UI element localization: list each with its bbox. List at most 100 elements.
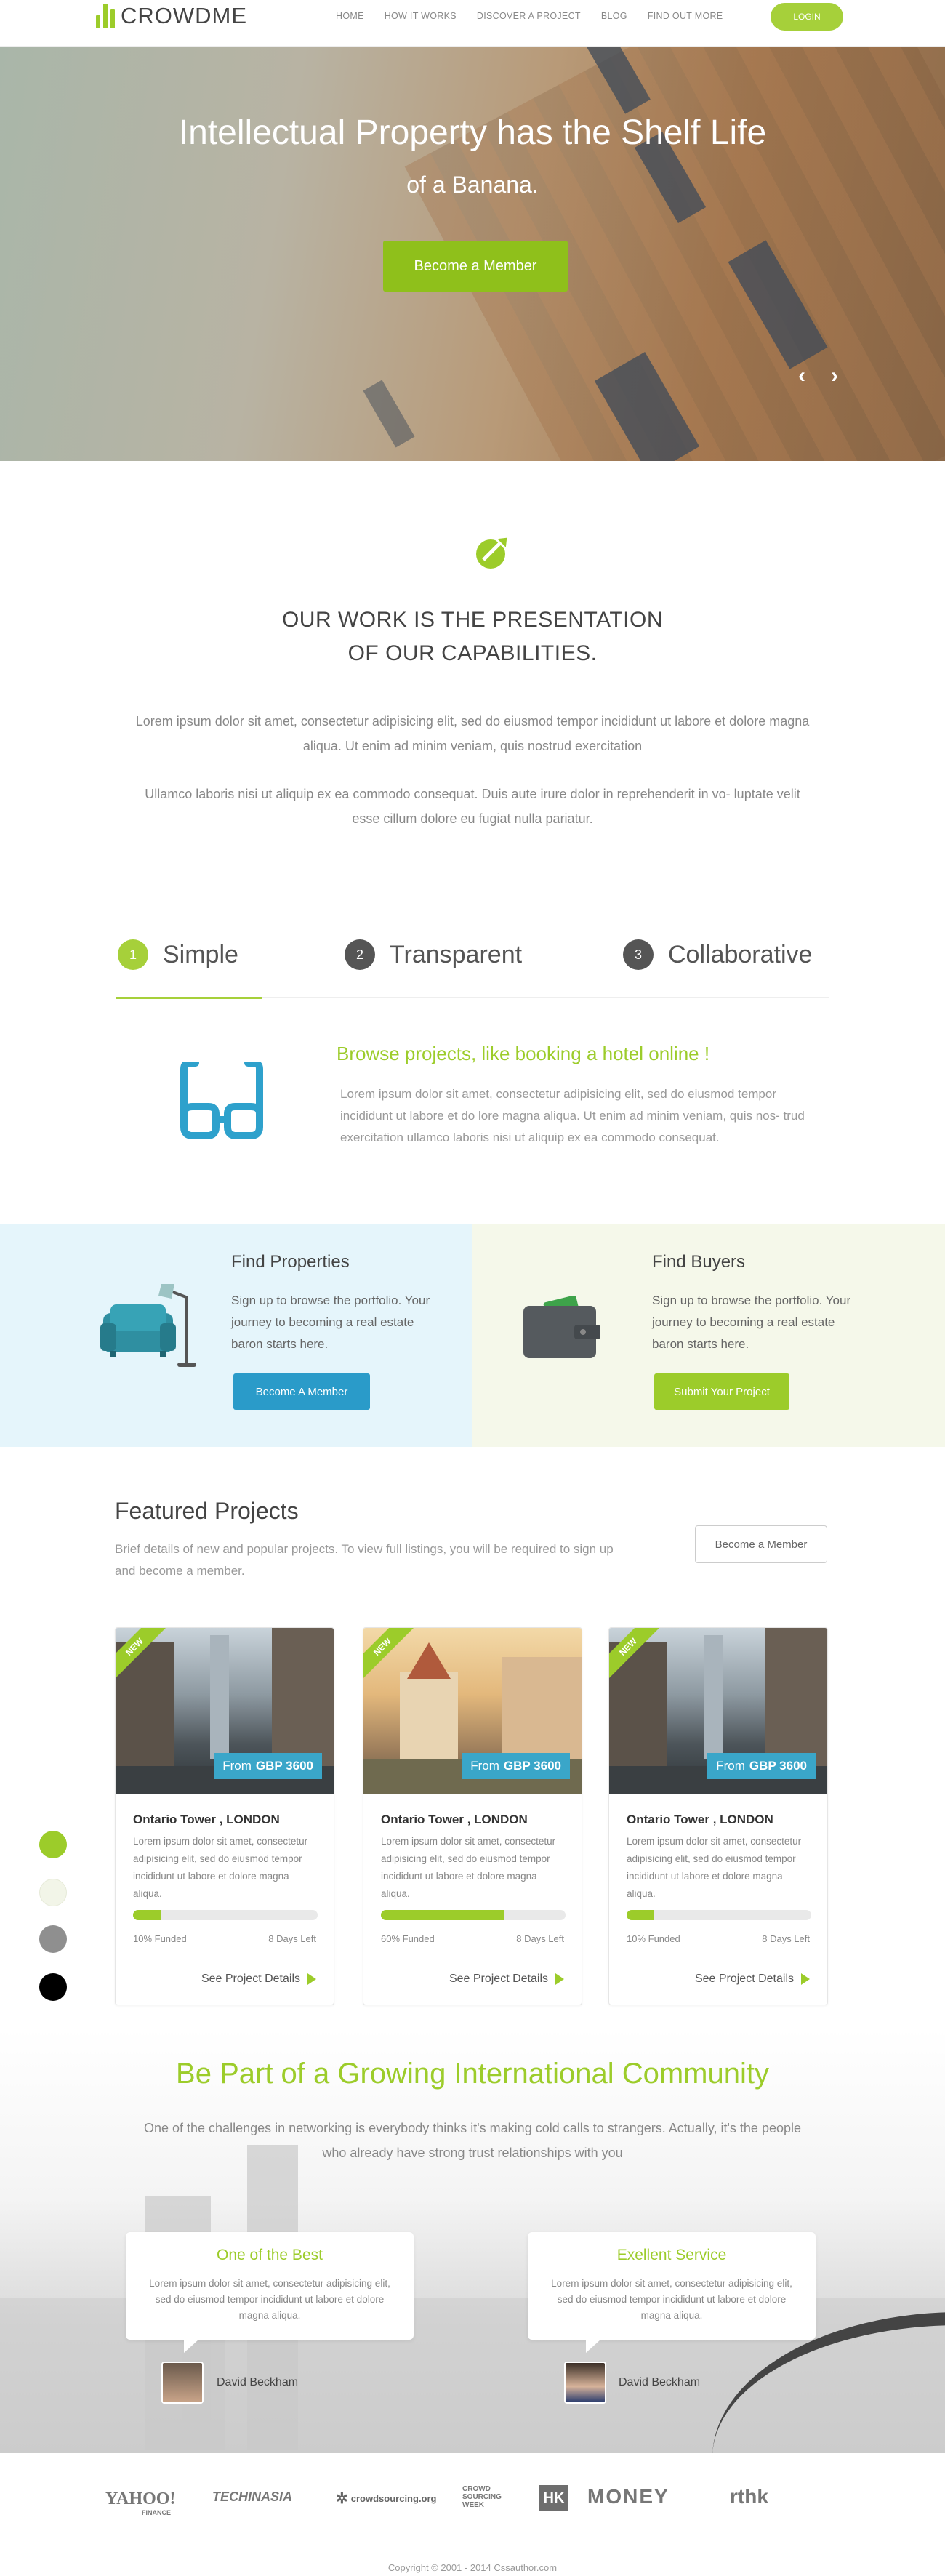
price-prefix: From [716,1759,745,1773]
testimonial-text: Lorem ipsum dolor sit amet, consectetur … [149,2278,390,2321]
capabilities-title: OUR WORK IS THE PRESENTATION OF OUR CAPA… [0,603,945,670]
color-swatch-green[interactable] [39,1831,67,1858]
testimonial-title: Exellent Service [616,2247,727,2263]
project-title: Ontario Tower , LONDON [133,1813,280,1826]
tab-transparent[interactable]: 2 Transparent [345,939,522,970]
yahoo-finance-label: FINANCE [142,2509,171,2516]
main-nav: HOME HOW IT WORKS DISCOVER A PROJECT BLO… [336,11,723,21]
star-icon: ✲ [336,2491,348,2507]
find-properties-title: Find Properties [231,1252,350,1272]
capabilities-title-line1: OUR WORK IS THE PRESENTATION [281,608,664,632]
login-button[interactable]: LOGIN [771,3,843,31]
project-description: Lorem ipsum dolor sit amet, consectetur … [627,1836,802,1899]
step-label: Simple [163,940,238,968]
nav-blog[interactable]: BLOG [601,11,627,21]
nav-how-it-works[interactable]: HOW IT WORKS [385,11,457,21]
browse-text: Lorem ipsum dolor sit amet, consectetur … [340,1087,805,1144]
nav-find-out-more[interactable]: FIND OUT MORE [648,11,723,21]
brand-logo[interactable]: CROWDME [96,3,247,29]
chevron-right-icon[interactable]: › [831,364,838,388]
project-card[interactable]: NEW From GBP 3600 Ontario Tower , LONDON … [608,1627,828,2005]
project-description: Lorem ipsum dolor sit amet, consectetur … [133,1836,308,1899]
wallet-icon [523,1296,600,1358]
funded-percent: 10% Funded [627,1933,680,1944]
rthk-logo: rthk [730,2485,768,2508]
chevron-left-icon[interactable]: ‹ [798,364,805,388]
price-value: GBP 3600 [503,1759,561,1773]
funded-percent: 10% Funded [133,1933,187,1944]
active-tab-indicator [116,997,262,999]
growth-arrow-icon [476,535,510,569]
tab-simple[interactable]: 1 Simple [118,939,238,970]
project-title: Ontario Tower , LONDON [627,1813,773,1826]
see-project-details-link[interactable]: See Project Details [449,1973,564,1986]
step-number: 2 [345,939,375,970]
details-label: See Project Details [201,1973,300,1985]
project-card[interactable]: NEW From GBP 3600 Ontario Tower , LONDON … [115,1627,334,2005]
featured-projects-subtitle: Brief details of new and popular project… [115,1542,614,1578]
step-label: Transparent [390,940,523,968]
hero-subtitle: of a Banana. [406,172,539,198]
money-logo: MONEY [587,2485,669,2508]
step-label: Collaborative [668,940,813,968]
nav-home[interactable]: HOME [336,11,364,21]
see-project-details-link[interactable]: See Project Details [201,1973,316,1986]
submit-project-button[interactable]: Submit Your Project [654,1373,789,1410]
techinasia-logo: TECHINASIA [212,2489,293,2504]
color-swatch-gray[interactable] [39,1925,67,1953]
project-description: Lorem ipsum dolor sit amet, consectetur … [381,1836,556,1899]
community-subtitle: One of the challenges in networking is e… [143,2121,801,2160]
project-card[interactable]: NEW From GBP 3600 Ontario Tower , LONDON … [363,1627,582,2005]
price-value: GBP 3600 [255,1759,313,1773]
capabilities-title-line2: OF OUR CAPABILITIES. [347,641,598,665]
find-properties-text: Sign up to browse the portfolio. Your jo… [231,1293,430,1351]
crowdsourcing-wordmark: crowdsourcing.org [350,2493,437,2504]
play-arrow-icon [801,1973,810,1985]
crowdsourcing-logo: ✲ crowdsourcing.org [336,2489,437,2508]
price-prefix: From [470,1759,499,1773]
days-left: 8 Days Left [516,1933,564,1944]
find-buyers-title: Find Buyers [652,1252,746,1272]
capabilities-paragraph: Ullamco laboris nisi ut aliquip ex ea co… [145,787,800,826]
funding-progress-fill [627,1910,655,1920]
step-number: 3 [623,939,654,970]
avatar [161,2362,204,2404]
testimonial-title: One of the Best [217,2247,323,2263]
featured-become-member-button[interactable]: Become a Member [695,1525,827,1563]
hero-window [363,380,415,448]
color-swatch-cream[interactable] [39,1879,67,1906]
armchair-lamp-icon [100,1284,196,1367]
glasses-icon [180,1062,263,1139]
yahoo-finance-logo: YAHOO! FINANCE [105,2489,175,2516]
funded-percent: 60% Funded [381,1933,435,1944]
color-swatch-black[interactable] [39,1973,67,2001]
see-project-details-link[interactable]: See Project Details [695,1973,810,1986]
step-number: 1 [118,939,148,970]
funding-progress-fill [133,1910,161,1920]
price-tag: From GBP 3600 [707,1753,816,1779]
details-label: See Project Details [694,1973,794,1985]
testimonial-author: David Beckham [217,2376,299,2388]
testimonial-text: Lorem ipsum dolor sit amet, consectetur … [551,2278,792,2321]
featured-projects-title: Featured Projects [115,1498,299,1524]
price-value: GBP 3600 [749,1759,807,1773]
community-title: Be Part of a Growing International Commu… [176,2058,769,2090]
funding-progress-fill [381,1910,505,1920]
hero-become-member-button[interactable]: Become a Member [383,241,568,292]
browse-title: Browse projects, like booking a hotel on… [337,1043,710,1064]
testimonial-card: One of the Best Lorem ipsum dolor sit am… [126,2232,414,2353]
hk-logo: HK [539,2485,568,2511]
days-left: 8 Days Left [268,1933,316,1944]
project-title: Ontario Tower , LONDON [381,1813,528,1826]
nav-discover-project[interactable]: DISCOVER A PROJECT [477,11,581,21]
brand-name: CROWDME [121,3,248,28]
testimonial-author: David Beckham [619,2376,701,2388]
play-arrow-icon [555,1973,564,1985]
play-arrow-icon [307,1973,316,1985]
capabilities-paragraph: Lorem ipsum dolor sit amet, consectetur … [135,714,810,753]
copyright: Copyright © 2001 - 2014 Cssauthor.com [387,2562,558,2573]
days-left: 8 Days Left [762,1933,810,1944]
hero-title: Intellectual Property has the Shelf Life [178,113,767,152]
become-member-button[interactable]: Become A Member [233,1373,370,1410]
tab-collaborative[interactable]: 3 Collaborative [623,939,812,970]
